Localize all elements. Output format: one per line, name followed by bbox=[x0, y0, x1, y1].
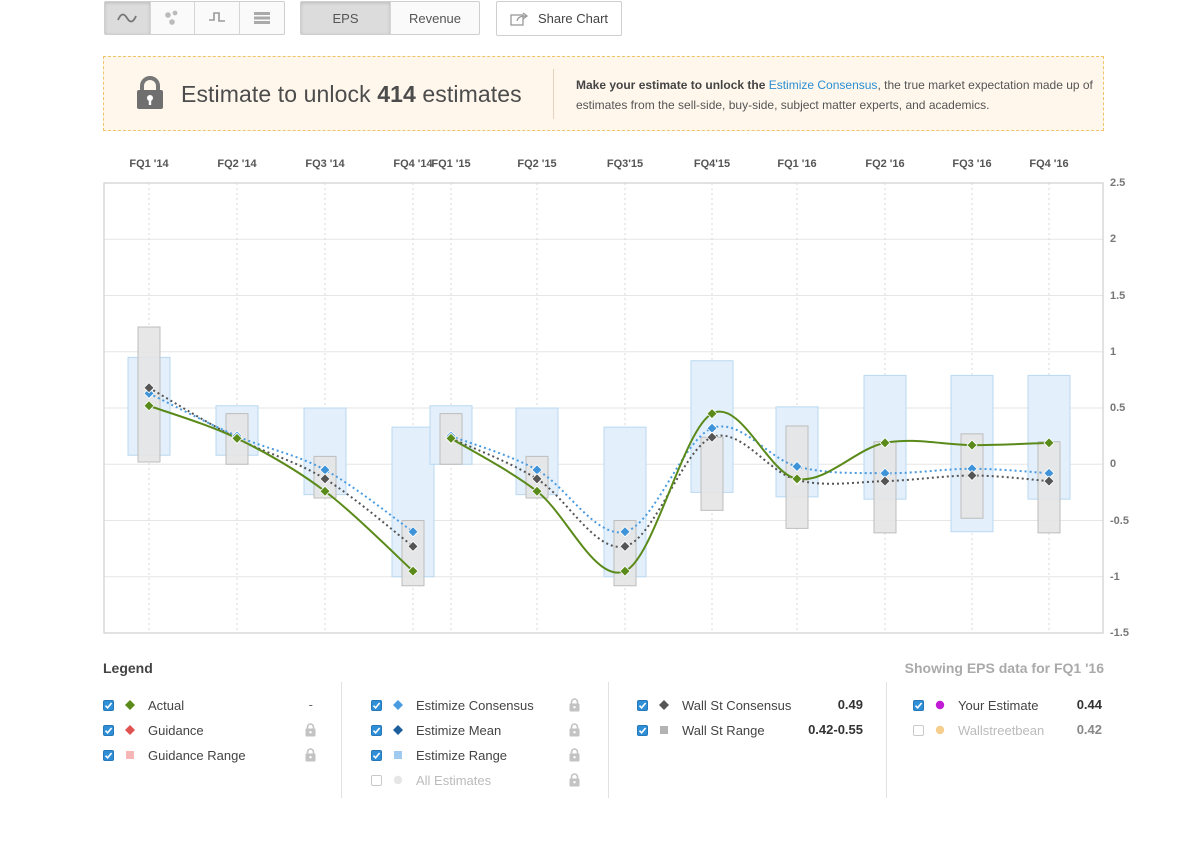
legend-title: Legend bbox=[103, 660, 153, 676]
legend-checkbox[interactable] bbox=[371, 774, 382, 786]
eps-chart bbox=[103, 182, 1104, 634]
legend-item[interactable]: Wall St Range bbox=[637, 720, 765, 740]
legend-item[interactable]: Guidance Range bbox=[103, 745, 246, 765]
legend-item[interactable]: Estimize Mean bbox=[371, 720, 501, 740]
diamond-marker-icon bbox=[393, 700, 403, 710]
square-marker-icon bbox=[126, 751, 134, 759]
wall-st-range-bar bbox=[700, 436, 724, 511]
legend-item[interactable]: Guidance bbox=[103, 720, 204, 740]
legend-label: Estimize Mean bbox=[416, 722, 502, 738]
legend-value: 0.44 bbox=[1076, 697, 1102, 712]
lock-icon bbox=[305, 748, 316, 762]
square-marker-icon bbox=[394, 751, 402, 759]
diamond-marker-icon bbox=[125, 725, 135, 735]
wall-st-range-bar bbox=[1037, 441, 1061, 534]
legend-checkbox[interactable] bbox=[637, 724, 648, 736]
legend-label: Your Estimate bbox=[958, 697, 1039, 713]
legend-checkbox[interactable] bbox=[103, 699, 114, 711]
legend-label: Estimize Range bbox=[416, 747, 508, 763]
wall-st-range-bar bbox=[873, 441, 897, 534]
legend-label: Guidance bbox=[148, 722, 204, 738]
legend-item[interactable]: Your Estimate bbox=[913, 695, 1038, 715]
legend-item[interactable]: Estimize Consensus bbox=[371, 695, 534, 715]
legend-checkbox[interactable] bbox=[913, 699, 924, 711]
legend-label: Wallstreetbean bbox=[958, 722, 1045, 738]
legend-divider bbox=[886, 682, 887, 798]
legend-value: 0.42 bbox=[1076, 722, 1102, 737]
legend-label: Wall St Consensus bbox=[682, 697, 792, 713]
circle-marker-icon bbox=[935, 725, 945, 735]
circle-marker-icon bbox=[393, 775, 403, 785]
diamond-marker-icon bbox=[125, 700, 135, 710]
legend-checkbox[interactable] bbox=[371, 749, 382, 761]
square-marker-icon bbox=[660, 726, 668, 734]
legend-checkbox[interactable] bbox=[371, 724, 382, 736]
legend-checkbox[interactable] bbox=[913, 724, 924, 736]
legend-label: Guidance Range bbox=[148, 747, 246, 763]
legend-checkbox[interactable] bbox=[103, 724, 114, 736]
series-line bbox=[148, 386, 414, 548]
legend-item[interactable]: Wall St Consensus bbox=[637, 695, 791, 715]
lock-icon bbox=[569, 698, 580, 712]
circle-marker-icon bbox=[935, 700, 945, 710]
legend-item[interactable]: Actual bbox=[103, 695, 184, 715]
legend-item[interactable]: Wallstreetbean bbox=[913, 720, 1044, 740]
showing-label: Showing EPS data for FQ1 '16 bbox=[904, 660, 1104, 676]
diamond-marker-icon bbox=[393, 725, 403, 735]
legend-label: Wall St Range bbox=[682, 722, 765, 738]
legend-divider bbox=[341, 682, 342, 798]
legend-checkbox[interactable] bbox=[637, 699, 648, 711]
legend-value: 0.49 bbox=[837, 697, 863, 712]
lock-icon bbox=[569, 723, 580, 737]
legend-label: All Estimates bbox=[416, 772, 492, 788]
legend-item[interactable]: All Estimates bbox=[371, 770, 491, 790]
legend-label: Actual bbox=[148, 697, 185, 713]
legend-checkbox[interactable] bbox=[371, 699, 382, 711]
lock-icon bbox=[569, 773, 580, 787]
diamond-marker-icon bbox=[659, 700, 669, 710]
legend-value: 0.42-0.55 bbox=[808, 722, 863, 737]
legend-divider bbox=[608, 682, 609, 798]
legend-value: - bbox=[308, 697, 313, 712]
lock-icon bbox=[305, 723, 316, 737]
series-line bbox=[148, 404, 414, 572]
lock-icon bbox=[569, 748, 580, 762]
legend-item[interactable]: Estimize Range bbox=[371, 745, 507, 765]
legend-label: Estimize Consensus bbox=[416, 697, 534, 713]
legend-checkbox[interactable] bbox=[103, 749, 114, 761]
